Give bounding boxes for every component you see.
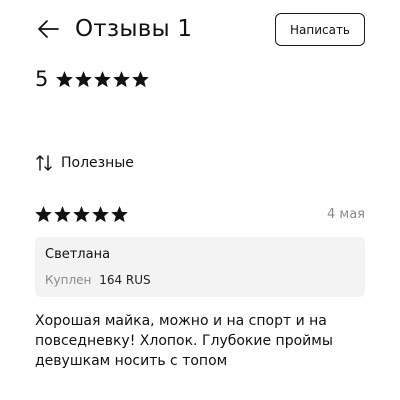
rating-stars (56, 70, 150, 88)
star-filled-icon (132, 70, 150, 87)
review-author-card: Светлана Куплен 164 RUS (35, 237, 365, 297)
star-filled-icon (113, 70, 131, 87)
arrow-left-icon (38, 20, 59, 38)
rating-value: 5 (35, 67, 49, 91)
star-filled-icon (94, 70, 112, 87)
write-review-button[interactable]: Написать (275, 13, 365, 46)
review-date: 4 мая (327, 207, 365, 222)
star-filled-icon (54, 205, 71, 222)
rating-summary: 5 (35, 66, 150, 92)
reviews-page: Отзывы 1 Написать 5 Полезные 4 мая Светл… (0, 0, 400, 400)
author-name: Светлана (45, 247, 111, 262)
review-rating-stars (35, 205, 128, 223)
purchased-value: 164 RUS (99, 273, 151, 287)
review-text: Хорошая майка, можно и на спорт и на пов… (35, 313, 333, 369)
star-filled-icon (92, 205, 109, 222)
sort-selector[interactable]: Полезные (35, 153, 134, 173)
star-filled-icon (35, 205, 52, 222)
star-filled-icon (73, 205, 90, 222)
sort-icon (36, 155, 52, 171)
back-button[interactable] (36, 17, 60, 41)
page-title: Отзывы 1 (75, 16, 193, 42)
purchased-info: Куплен 164 RUS (45, 272, 151, 288)
star-filled-icon (75, 70, 93, 87)
star-filled-icon (111, 205, 128, 222)
sort-label: Полезные (61, 155, 134, 171)
purchased-label: Куплен (45, 273, 92, 287)
star-filled-icon (56, 70, 74, 87)
